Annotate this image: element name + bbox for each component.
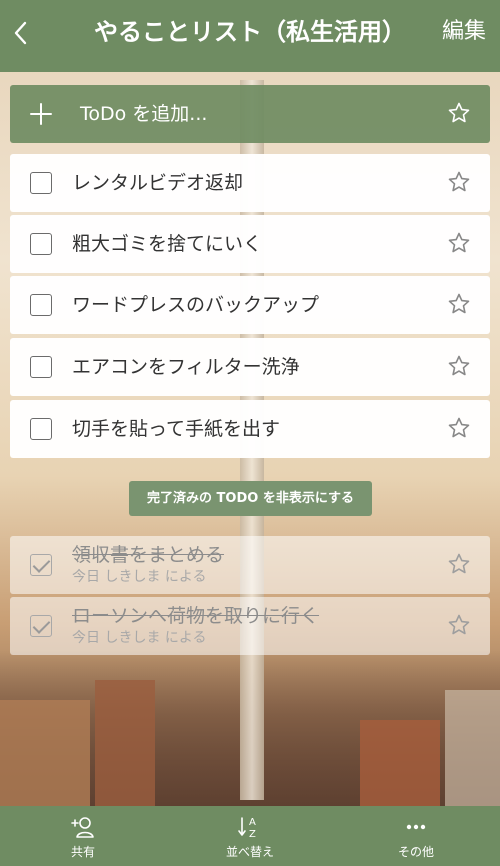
sort-az-icon: A Z <box>190 812 310 844</box>
sort-button[interactable]: A Z 並べ替え <box>190 806 310 866</box>
todo-item[interactable]: ワードプレスのバックアップ <box>10 276 490 334</box>
todo-item[interactable]: 切手を貼って手紙を出す <box>10 400 490 458</box>
bottom-toolbar: 共有 A Z 並べ替え その他 <box>0 806 500 866</box>
todo-item[interactable]: レンタルビデオ返却 <box>10 154 490 212</box>
star-outline-icon[interactable] <box>446 292 472 318</box>
todo-label: ワードプレスのバックアップ <box>72 294 320 316</box>
completed-by-text: 今日 しきしま による <box>72 569 207 585</box>
completed-todo-item[interactable]: 領収書をまとめる 今日 しきしま による <box>10 536 490 594</box>
todo-item[interactable]: エアコンをフィルター洗浄 <box>10 338 490 396</box>
more-dots-icon <box>356 812 476 844</box>
todo-checkbox[interactable] <box>30 418 52 440</box>
completed-checkbox[interactable] <box>30 554 52 576</box>
star-outline-icon[interactable] <box>446 613 472 639</box>
svg-text:Z: Z <box>249 829 256 840</box>
completed-checkbox[interactable] <box>30 615 52 637</box>
svg-text:A: A <box>249 817 256 828</box>
completed-label: 領収書をまとめる <box>72 544 225 566</box>
header-bar: やることリスト（私生活用） 編集 <box>0 0 500 72</box>
todo-checkbox[interactable] <box>30 172 52 194</box>
chevron-left-icon <box>14 21 27 45</box>
todo-checkbox[interactable] <box>30 233 52 255</box>
star-outline-icon[interactable] <box>446 101 472 127</box>
star-outline-icon[interactable] <box>446 231 472 257</box>
completed-by-text: 今日 しきしま による <box>72 630 207 646</box>
edit-button[interactable]: 編集 <box>442 16 486 48</box>
building <box>0 700 90 810</box>
more-button[interactable]: その他 <box>356 806 476 866</box>
star-outline-icon[interactable] <box>446 170 472 196</box>
add-person-icon <box>23 812 143 844</box>
completed-label: ローソンへ荷物を取りに行く <box>72 605 320 627</box>
share-label: 共有 <box>70 845 95 859</box>
todo-checkbox[interactable] <box>30 356 52 378</box>
building <box>360 720 440 810</box>
todo-checkbox[interactable] <box>30 294 52 316</box>
building <box>95 680 155 810</box>
back-button[interactable] <box>8 18 32 48</box>
todo-label: 切手を貼って手紙を出す <box>72 418 281 440</box>
completed-todo-item[interactable]: ローソンへ荷物を取りに行く 今日 しきしま による <box>10 597 490 655</box>
page-title: やることリスト（私生活用） <box>94 18 406 46</box>
hide-completed-button[interactable]: 完了済みの TODO を非表示にする <box>129 481 372 516</box>
star-outline-icon[interactable] <box>446 416 472 442</box>
share-button[interactable]: 共有 <box>23 806 143 866</box>
add-todo-bar[interactable]: ToDo を追加... <box>10 85 490 143</box>
todo-item[interactable]: 粗大ゴミを捨てにいく <box>10 215 490 273</box>
add-todo-input[interactable]: ToDo を追加... <box>80 100 207 128</box>
building <box>445 690 500 810</box>
star-outline-icon[interactable] <box>446 354 472 380</box>
plus-icon <box>26 95 56 133</box>
todo-label: エアコンをフィルター洗浄 <box>72 356 300 378</box>
more-label: その他 <box>397 845 434 859</box>
todo-label: レンタルビデオ返却 <box>72 172 244 194</box>
star-outline-icon[interactable] <box>446 552 472 578</box>
sort-label: 並べ替え <box>225 845 274 859</box>
todo-label: 粗大ゴミを捨てにいく <box>72 233 263 255</box>
